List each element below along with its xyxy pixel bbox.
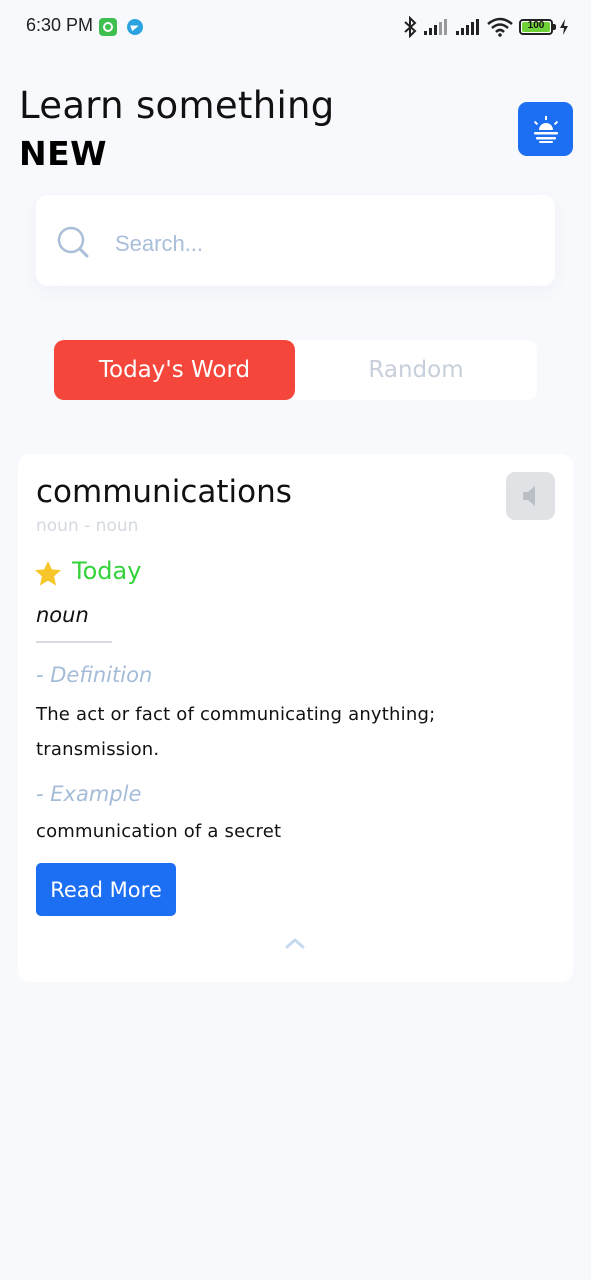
- star-icon: [35, 561, 61, 586]
- tab-todays-word[interactable]: Today's Word: [54, 340, 295, 400]
- speaker-icon: [522, 486, 535, 506]
- status-bar: 6:30 PM 100: [0, 0, 591, 54]
- signal-icon: [424, 19, 447, 35]
- definition-text: The act or fact of communicating anythin…: [36, 704, 436, 760]
- status-time: 6:30 PM: [26, 15, 94, 35]
- pronunciation-button[interactable]: [506, 472, 555, 520]
- signal-icon: [456, 19, 479, 35]
- read-more-button[interactable]: Read More: [36, 863, 176, 916]
- chevron-up-icon[interactable]: [284, 936, 306, 950]
- bluetooth-icon: [404, 16, 417, 38]
- today-badge: Today: [72, 557, 142, 585]
- theme-toggle-button[interactable]: [518, 102, 573, 156]
- battery-icon: 100: [519, 19, 556, 35]
- search-icon: [57, 226, 89, 258]
- definition-label: - Definition: [36, 663, 153, 687]
- status-icons: 100: [403, 14, 569, 40]
- tab-random[interactable]: Random: [295, 340, 537, 400]
- word-title: communications: [36, 474, 292, 510]
- telegram-icon: [127, 19, 143, 35]
- divider: [36, 641, 112, 643]
- example-label: - Example: [36, 782, 142, 806]
- charging-icon: [560, 19, 568, 35]
- app-notification-icon: [99, 18, 117, 36]
- example-text: communication of a secret: [36, 821, 282, 842]
- search-input[interactable]: [113, 222, 537, 266]
- battery-level: 100: [527, 20, 545, 31]
- headline-line2: NEW: [19, 134, 108, 173]
- headline-line1: Learn something: [19, 84, 335, 127]
- wifi-icon: [487, 17, 513, 37]
- sunrise-icon: [533, 116, 558, 143]
- word-subtitle: noun - noun: [36, 516, 139, 536]
- part-of-speech: noun: [36, 603, 89, 627]
